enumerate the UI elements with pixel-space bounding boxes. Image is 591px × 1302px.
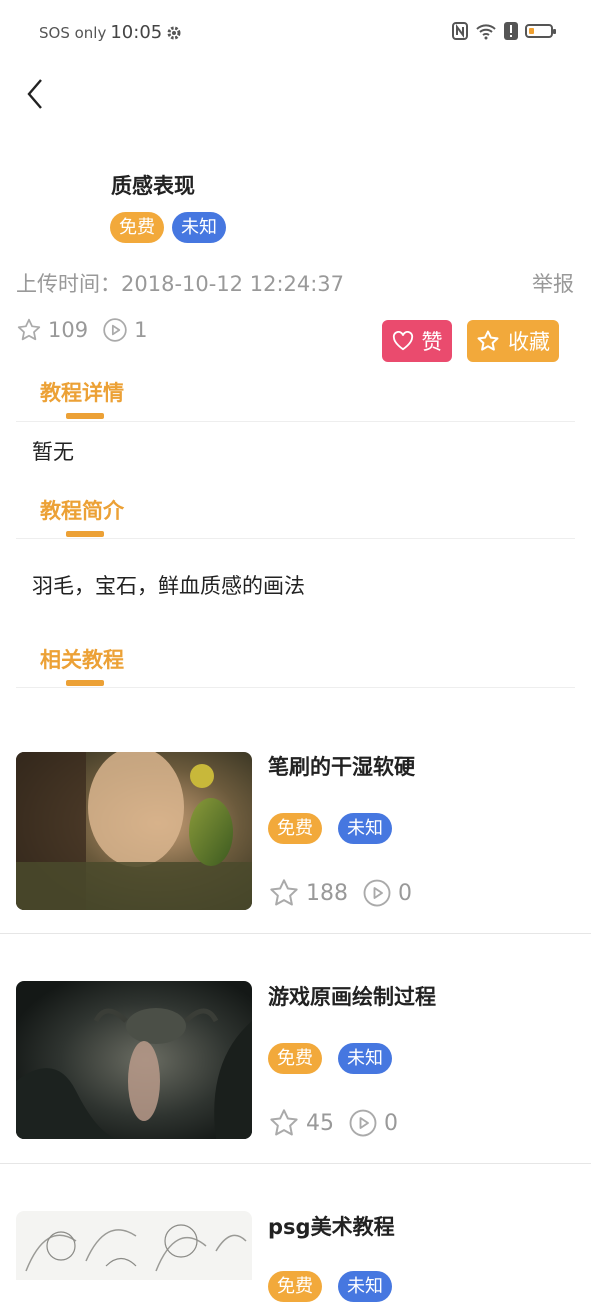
favorites-count: 45 xyxy=(306,1110,334,1136)
tag-free: 免费 xyxy=(268,1043,322,1074)
tag-free: 免费 xyxy=(268,1271,322,1302)
related-thumbnail[interactable] xyxy=(16,1211,252,1280)
section-underline xyxy=(66,413,104,419)
plays-count: 0 xyxy=(398,880,412,906)
related-thumbnail[interactable] xyxy=(16,752,252,910)
related-stats: 188 0 xyxy=(268,877,426,909)
tutorial-tags: 免费 未知 xyxy=(110,212,226,243)
favorite-label: 收藏 xyxy=(508,330,550,354)
tag-free: 免费 xyxy=(268,813,322,844)
divider xyxy=(16,421,575,422)
favorite-button[interactable]: 收藏 xyxy=(467,320,559,362)
divider xyxy=(0,1163,591,1164)
star-icon xyxy=(270,879,298,906)
status-bar-left: SOS only 10:05 xyxy=(39,22,182,43)
related-tags: 免费 未知 xyxy=(268,1271,392,1302)
related-title[interactable]: 游戏原画绘制过程 xyxy=(268,981,436,1011)
star-icon xyxy=(17,318,41,341)
plays-count: 1 xyxy=(134,318,148,342)
heart-icon xyxy=(392,331,413,351)
upload-time: 上传时间：2018-10-12 12:24:37 xyxy=(16,272,345,296)
divider xyxy=(16,687,575,688)
tag-free: 免费 xyxy=(110,212,164,243)
section-underline xyxy=(66,680,104,686)
sos-text: SOS only xyxy=(39,23,107,42)
section-title-related: 相关教程 xyxy=(40,648,124,672)
favorites-count: 109 xyxy=(48,318,89,342)
battery-icon xyxy=(525,24,556,38)
play-icon xyxy=(363,879,391,907)
related-title[interactable]: psg美术教程 xyxy=(268,1211,395,1241)
favorites-count: 188 xyxy=(306,880,348,906)
alert-icon xyxy=(504,22,518,40)
page-title: 质感表现 xyxy=(111,174,195,198)
related-tags: 免费 未知 xyxy=(268,813,392,844)
related-thumbnail[interactable] xyxy=(16,981,252,1139)
detail-text: 暂无 xyxy=(32,440,74,464)
back-icon[interactable] xyxy=(22,74,52,114)
tag-unknown: 未知 xyxy=(172,212,226,243)
nfc-icon xyxy=(452,22,468,40)
clock: 10:05 xyxy=(110,22,163,43)
like-label: 赞 xyxy=(421,330,443,354)
gear-icon xyxy=(167,26,181,39)
intro-text: 羽毛，宝石，鲜血质感的画法 xyxy=(32,574,305,598)
related-title[interactable]: 笔刷的干湿软硬 xyxy=(268,751,415,781)
related-stats: 45 0 xyxy=(268,1107,412,1139)
report-link[interactable]: 举报 xyxy=(532,268,574,298)
wifi-icon xyxy=(476,24,496,40)
section-underline xyxy=(66,531,104,537)
play-icon xyxy=(349,1109,377,1137)
divider xyxy=(16,538,575,539)
status-bar-right xyxy=(452,22,556,40)
section-title-intro: 教程简介 xyxy=(40,499,124,523)
tag-unknown: 未知 xyxy=(338,1043,392,1074)
tag-unknown: 未知 xyxy=(338,813,392,844)
tag-unknown: 未知 xyxy=(338,1271,392,1302)
related-tags: 免费 未知 xyxy=(268,1043,392,1074)
divider xyxy=(0,933,591,934)
plays-count: 0 xyxy=(384,1110,398,1136)
tutorial-stats: 109 1 xyxy=(16,317,161,343)
star-icon xyxy=(477,330,499,351)
play-icon xyxy=(103,318,127,342)
like-button[interactable]: 赞 xyxy=(382,320,452,362)
star-icon xyxy=(270,1109,298,1136)
section-title-detail: 教程详情 xyxy=(40,381,124,405)
